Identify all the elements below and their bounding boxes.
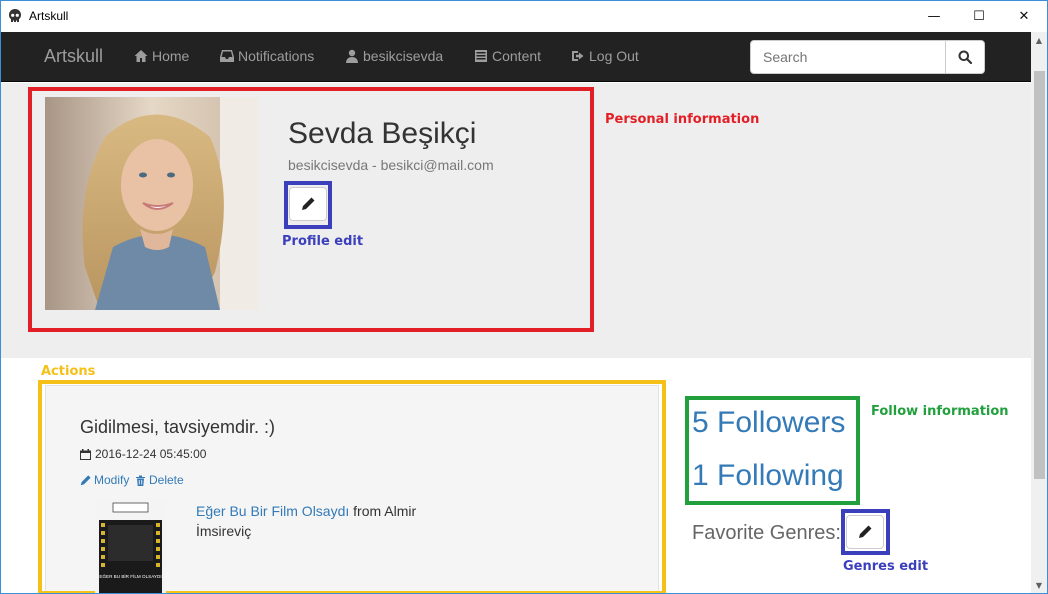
followers-link[interactable]: 5 Followers (692, 406, 845, 440)
nav-content-label: Content (492, 48, 542, 64)
profile-name: Sevda Beşikçi (288, 117, 477, 150)
list-icon (475, 50, 487, 62)
film-title-link[interactable]: Eğer Bu Bir Film Olsaydı (196, 503, 349, 519)
action-comment: Gidilmesi, tavsiyemdir. :) (80, 417, 276, 437)
app-window: Artskull — ☐ ✕ Artskull Home Notificatio… (0, 0, 1048, 594)
profile-photo (45, 97, 258, 310)
profile-username-email: besikcisevda - besikci@mail.com (288, 157, 494, 173)
nav-profile[interactable]: besikcisevda (345, 48, 443, 64)
film-description: Eğer Bu Bir Film Olsaydı from Almir İmsi… (196, 501, 446, 541)
nav-logout-label: Log Out (589, 48, 639, 64)
trash-icon (136, 475, 145, 486)
pencil-icon (80, 474, 91, 485)
search-input[interactable] (750, 40, 946, 74)
scrollbar-thumb[interactable] (1034, 71, 1045, 479)
skull-icon (9, 9, 21, 22)
minimize-button[interactable]: — (911, 1, 957, 31)
nav-home-label: Home (152, 48, 190, 64)
delete-label: Delete (149, 473, 184, 487)
poster-title: EĞER BU BİR FİLM OLSAYDI (99, 573, 161, 579)
search-button[interactable] (945, 40, 985, 74)
nav-notifications[interactable]: Notifications (220, 48, 314, 64)
action-date-text: 2016-12-24 05:45:00 (95, 447, 207, 461)
personal-information-label: Personal information (605, 112, 760, 127)
pencil-icon (859, 525, 872, 538)
maximize-button[interactable]: ☐ (956, 1, 1002, 31)
calendar-icon (80, 448, 91, 460)
close-button[interactable]: ✕ (1001, 1, 1047, 31)
favorite-genres-label: Favorite Genres: (692, 522, 841, 544)
nav-home[interactable]: Home (134, 48, 189, 64)
profile-edit-button[interactable] (289, 187, 327, 221)
title-bar: Artskull — ☐ ✕ (1, 1, 1047, 31)
navbar: Artskull Home Notifications besikcisevda… (1, 32, 1047, 82)
nav-logout[interactable]: Log Out (571, 48, 639, 64)
actions-label: Actions (41, 364, 96, 379)
modify-label: Modify (94, 473, 130, 487)
follow-information-label: Follow information (871, 404, 1009, 419)
scroll-up-arrow[interactable]: ▲ (1031, 32, 1047, 48)
home-icon (134, 50, 148, 62)
window-title: Artskull (29, 9, 69, 23)
delete-link[interactable]: Delete (135, 473, 184, 487)
genres-edit-button[interactable] (846, 515, 884, 549)
logout-icon (572, 51, 584, 61)
brand-link[interactable]: Artskull (44, 46, 103, 67)
nav-notifications-label: Notifications (238, 48, 315, 64)
nav-profile-label: besikcisevda (363, 48, 444, 64)
nav-content[interactable]: Content (474, 48, 541, 64)
search-icon (958, 50, 972, 64)
modify-link[interactable]: Modify (80, 473, 129, 487)
pencil-icon (302, 197, 315, 210)
action-date: 2016-12-24 05:45:00 (80, 447, 206, 461)
profile-edit-label: Profile edit (282, 234, 364, 249)
genres-edit-label: Genres edit (843, 559, 929, 574)
film-poster[interactable]: EĞER BU BİR FİLM OLSAYDI (95, 499, 166, 593)
user-icon (346, 49, 358, 63)
scroll-down-arrow[interactable]: ▼ (1031, 577, 1047, 593)
inbox-icon (220, 50, 234, 62)
following-link[interactable]: 1 Following (692, 459, 844, 493)
